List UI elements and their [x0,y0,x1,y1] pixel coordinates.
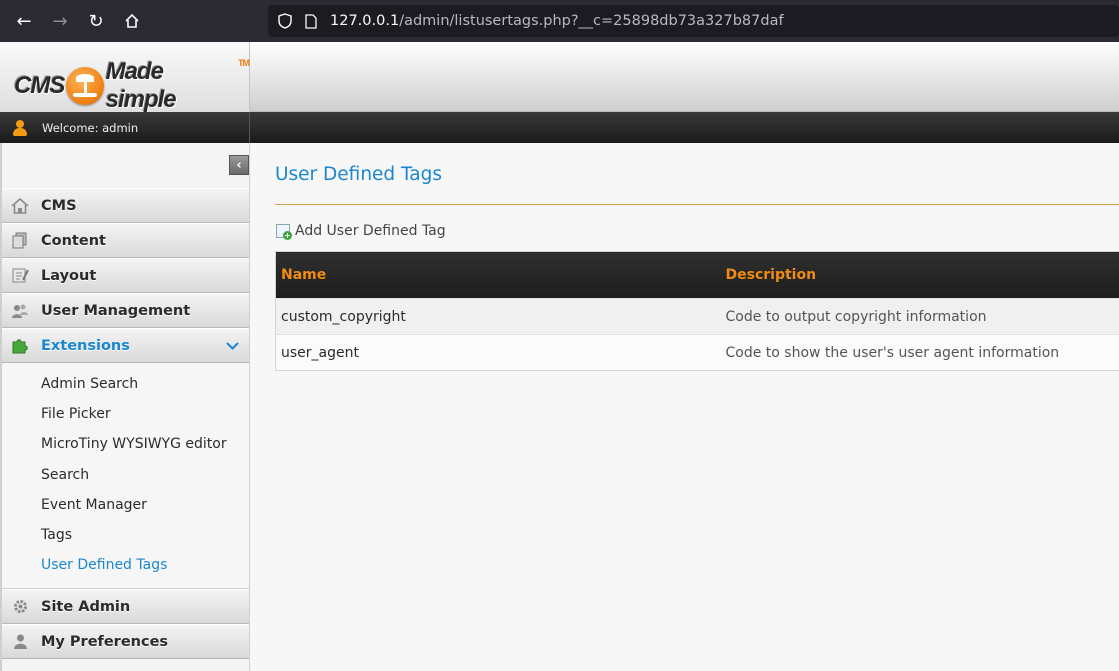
url-path: /admin/listusertags.php?__c=25898db73a32… [399,13,784,29]
welcome-area: Welcome: admin [0,112,250,143]
submenu-item-tags[interactable]: Tags [2,520,249,550]
add-user-defined-tag-link[interactable]: + Add User Defined Tag [276,223,446,240]
extensions-submenu: Admin Search File Picker MicroTiny WYSIW… [2,363,249,590]
puzzle-icon [10,337,30,355]
pages-icon [10,232,30,250]
chevron-left-icon: ‹ [236,157,242,173]
app-header: CMS Made simple TM [0,42,1119,114]
column-header-name: Name [275,251,721,299]
submenu-item-file-picker[interactable]: File Picker [2,399,249,429]
logo-word-left: CMS [14,72,65,99]
sidebar-item-layout[interactable]: Layout [2,258,249,293]
sidebar-item-label: My Preferences [41,633,169,650]
sidebar-item-label: Site Admin [41,598,131,615]
sidebar-item-extensions[interactable]: Extensions [2,328,249,363]
title-divider [275,204,1119,205]
home-button[interactable] [114,0,150,42]
logo-word-right: Made simple [105,58,177,113]
sidebar-item-my-preferences[interactable]: My Preferences [2,624,249,660]
arrow-right-icon: → [52,10,68,32]
sidebar-item-label: Content [41,232,106,249]
table-header-row: Name Description [275,251,1119,299]
user-icon [12,119,28,137]
arrow-left-icon: ← [16,10,32,32]
url-text[interactable]: 127.0.0.1/admin/listusertags.php?__c=258… [330,13,784,29]
submenu-item-event-manager[interactable]: Event Manager [2,490,249,520]
collapse-sidebar-button[interactable]: ‹ [229,155,249,175]
cms-logo[interactable]: CMS Made simple TM [14,58,250,114]
user-icon [10,633,30,651]
page-icon [298,5,324,37]
submenu-item-user-defined-tags[interactable]: User Defined Tags [2,550,249,580]
sidebar-item-label: CMS [41,197,77,214]
user-defined-tags-table: Name Description custom_copyright Code t… [275,251,1119,371]
sidebar-collapse-row: ‹ [2,143,249,188]
shield-icon[interactable] [272,5,298,37]
browser-toolbar: ← → ↻ 127.0.0.1/admin/listusertags.php?_… [0,0,1119,42]
submenu-item-search[interactable]: Search [2,460,249,490]
main-content: User Defined Tags + Add User Defined Tag… [251,143,1119,671]
sidebar-item-user-management[interactable]: User Management [2,293,249,328]
table-row: user_agent Code to show the user's user … [275,334,1119,371]
page-title: User Defined Tags [275,164,443,185]
address-bar[interactable]: 127.0.0.1/admin/listusertags.php?__c=258… [268,5,1119,37]
chevron-down-icon [226,338,239,354]
column-header-description: Description [720,251,1119,299]
sidebar: ‹ CMS Content Layout User Management Ext… [0,143,250,671]
sidebar-item-site-admin[interactable]: Site Admin [2,589,249,625]
tag-description: Code to show the user's user agent infor… [720,334,1119,371]
submenu-item-microtiny[interactable]: MicroTiny WYSIWYG editor [2,429,249,459]
tag-name-link[interactable]: user_agent [275,334,721,371]
users-icon [10,302,30,320]
forward-button[interactable]: → [42,0,78,42]
table-row: custom_copyright Code to output copyrigh… [275,298,1119,335]
add-link-label: Add User Defined Tag [295,223,446,239]
gear-icon [10,598,30,616]
reload-button[interactable]: ↻ [78,0,114,42]
layout-icon [10,267,30,285]
url-host: 127.0.0.1 [330,13,400,29]
sidebar-item-content[interactable]: Content [2,223,249,258]
welcome-bar: Welcome: admin [0,112,1119,143]
welcome-text: Welcome: admin [42,120,139,135]
home-icon [125,13,139,28]
back-button[interactable]: ← [6,0,42,42]
reload-icon: ↻ [88,10,104,32]
sidebar-item-label: Extensions [41,337,130,354]
palm-island-icon [66,67,104,105]
tag-description: Code to output copyright information [720,298,1119,335]
logo-area: CMS Made simple TM [0,42,250,114]
sidebar-item-cms[interactable]: CMS [2,188,249,223]
sidebar-item-label: Layout [41,267,97,284]
add-page-icon: + [276,224,292,240]
tag-name-link[interactable]: custom_copyright [275,298,721,335]
sidebar-item-label: User Management [41,302,191,319]
submenu-item-admin-search[interactable]: Admin Search [2,369,249,399]
logo-trademark: TM [238,58,250,68]
house-icon [10,197,30,215]
